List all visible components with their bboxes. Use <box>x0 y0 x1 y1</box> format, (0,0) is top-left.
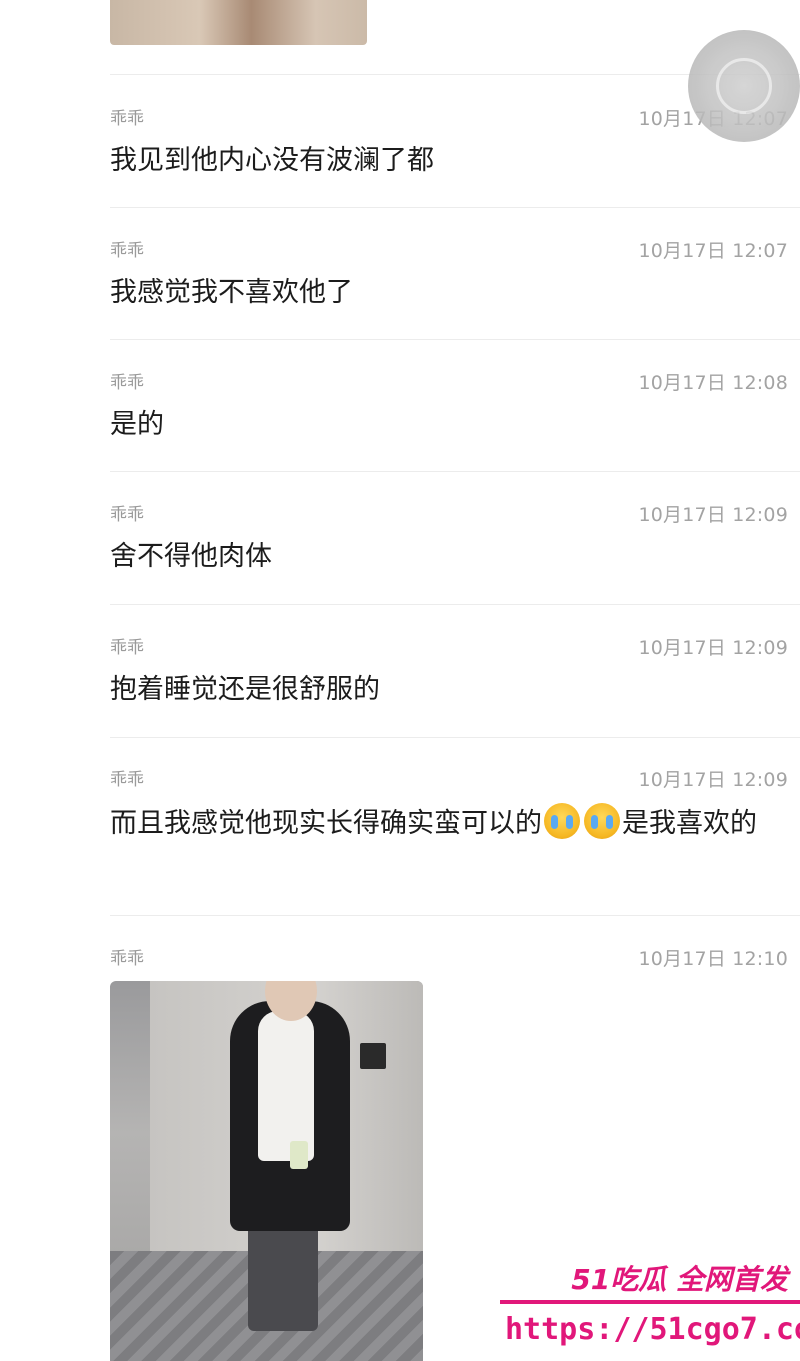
message-text[interactable]: 我见到他内心没有波澜了都 <box>110 142 790 180</box>
watermark-brand: 51吃瓜 全网首发 <box>571 1263 788 1296</box>
photo-message-thumbnail[interactable] <box>110 0 367 45</box>
message-text[interactable]: 我感觉我不喜欢他了 <box>110 274 790 312</box>
floating-button-ring-icon <box>716 58 772 114</box>
message-timestamp: 10月17日 12:09 <box>638 637 788 659</box>
message-text[interactable]: 舍不得他肉体 <box>110 538 790 576</box>
message-item: 乖乖 10月17日 12:08 是的 <box>110 368 788 448</box>
divider <box>110 471 800 472</box>
sender-name: 乖乖 <box>110 109 144 129</box>
watermark-url: https://51cgo7.com <box>505 1312 800 1347</box>
message-item: 乖乖 10月17日 12:09 抱着睡觉还是很舒服的 <box>110 633 788 713</box>
message-text[interactable]: 是的 <box>110 406 790 444</box>
floating-assistive-button[interactable] <box>688 30 800 142</box>
sender-name: 乖乖 <box>110 373 144 393</box>
sender-name: 乖乖 <box>110 638 144 658</box>
divider <box>110 339 800 340</box>
message-item: 乖乖 10月17日 12:07 我见到他内心没有波澜了都 <box>110 104 788 184</box>
divider <box>110 915 800 916</box>
message-timestamp: 10月17日 12:09 <box>638 504 788 526</box>
message-timestamp: 10月17日 12:07 <box>638 240 788 262</box>
message-text[interactable]: 而且我感觉他现实长得确实蛮可以的 是我喜欢的 <box>110 803 790 843</box>
sender-name: 乖乖 <box>110 241 144 261</box>
photo-light-switch <box>360 1043 386 1069</box>
sender-name: 乖乖 <box>110 505 144 525</box>
watermark-underline <box>500 1300 800 1304</box>
message-timestamp: 10月17日 12:09 <box>638 769 788 791</box>
divider <box>110 207 800 208</box>
message-item: 乖乖 10月17日 12:10 <box>110 944 788 974</box>
divider <box>110 737 800 738</box>
message-timestamp: 10月17日 12:10 <box>638 948 788 970</box>
crying-face-icon <box>584 803 620 839</box>
message-timestamp: 10月17日 12:08 <box>638 372 788 394</box>
message-text-part: 是我喜欢的 <box>622 808 757 839</box>
message-item: 乖乖 10月17日 12:07 我感觉我不喜欢他了 <box>110 236 788 316</box>
photo-person-shirt <box>258 1011 314 1161</box>
divider <box>110 604 800 605</box>
crying-face-icon <box>544 803 580 839</box>
message-item: 乖乖 10月17日 12:09 而且我感觉他现实长得确实蛮可以的 是我喜欢的 <box>110 765 788 885</box>
photo-cup <box>290 1141 308 1169</box>
message-text[interactable]: 抱着睡觉还是很舒服的 <box>110 671 790 709</box>
sender-name: 乖乖 <box>110 770 144 790</box>
message-item: 乖乖 10月17日 12:09 舍不得他肉体 <box>110 500 788 580</box>
sender-name: 乖乖 <box>110 949 144 969</box>
photo-message[interactable] <box>110 981 423 1361</box>
message-text-part: 而且我感觉他现实长得确实蛮可以的 <box>110 808 542 839</box>
